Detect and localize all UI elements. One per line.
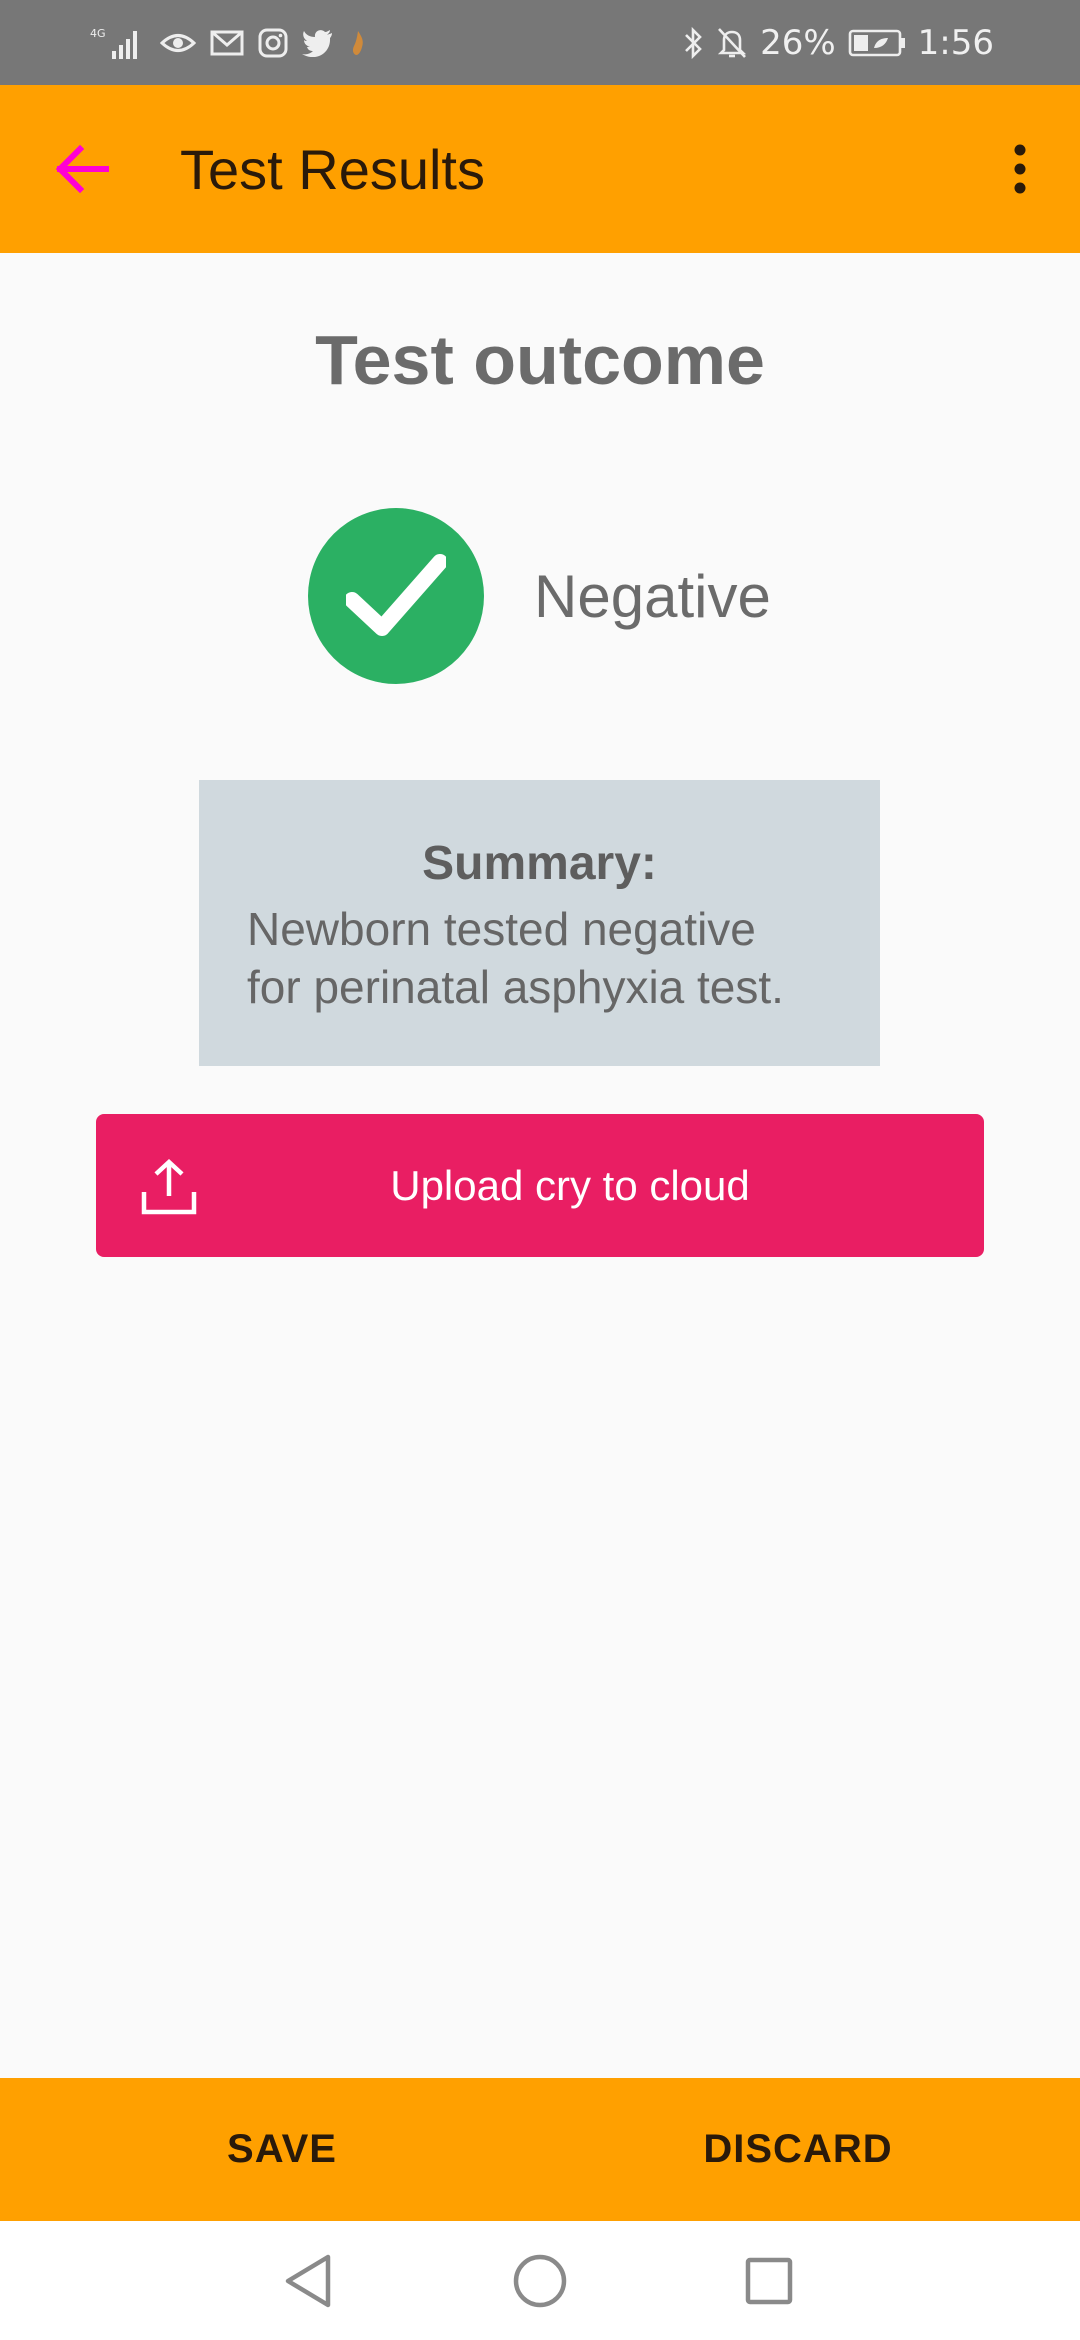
signal-icon: 4G — [90, 25, 146, 61]
svg-text:4G: 4G — [90, 27, 106, 40]
nav-recents-icon — [745, 2257, 793, 2305]
bottom-action-bar: SAVE DISCARD — [0, 2078, 1080, 2221]
twitter-icon — [302, 29, 334, 57]
nav-recents-button[interactable] — [731, 2243, 807, 2319]
nav-home-button[interactable] — [502, 2243, 578, 2319]
summary-text: Newborn tested negative for perinatal as… — [247, 900, 847, 1016]
summary-line-2: for perinatal asphyxia test. — [247, 961, 784, 1013]
bell-off-icon — [716, 26, 748, 60]
outcome-heading: Test outcome — [315, 321, 765, 399]
nav-back-icon — [285, 2254, 331, 2308]
summary-box: Summary: Newborn tested negative for per… — [199, 780, 880, 1066]
system-nav-bar — [0, 2221, 1080, 2340]
save-button[interactable]: SAVE — [0, 2078, 564, 2221]
clock: 1:56 — [917, 22, 994, 63]
arrow-back-icon — [55, 145, 109, 193]
check-icon — [346, 554, 446, 636]
nav-back-button[interactable] — [270, 2243, 346, 2319]
status-left-icons: 4G — [90, 0, 368, 85]
nav-home-icon — [513, 2254, 567, 2308]
battery-icon — [848, 28, 906, 58]
battery-percent: 26% — [760, 22, 836, 63]
result-label: Negative — [534, 562, 771, 630]
summary-line-1: Newborn tested negative — [247, 903, 756, 955]
upload-button-label: Upload cry to cloud — [390, 1161, 750, 1209]
summary-heading: Summary: — [422, 837, 657, 890]
back-button[interactable] — [52, 139, 112, 199]
discard-button[interactable]: DISCARD — [540, 2078, 1056, 2221]
app-bar: Test Results — [0, 85, 1080, 253]
upload-cry-button[interactable]: Upload cry to cloud — [96, 1114, 984, 1257]
status-bar: 4G 26% 1:56 — [0, 0, 1080, 85]
overflow-menu-button[interactable] — [990, 139, 1050, 199]
more-vert-icon — [1014, 144, 1026, 194]
result-row: Negative — [308, 508, 771, 684]
app-title: Test Results — [180, 137, 485, 201]
bluetooth-icon — [682, 26, 704, 60]
status-right-icons: 26% 1:56 — [682, 0, 994, 85]
gmail-icon — [210, 28, 244, 58]
result-status-badge — [308, 508, 484, 684]
instagram-icon — [258, 28, 288, 58]
flame-icon — [348, 29, 368, 57]
eye-icon — [160, 28, 196, 58]
